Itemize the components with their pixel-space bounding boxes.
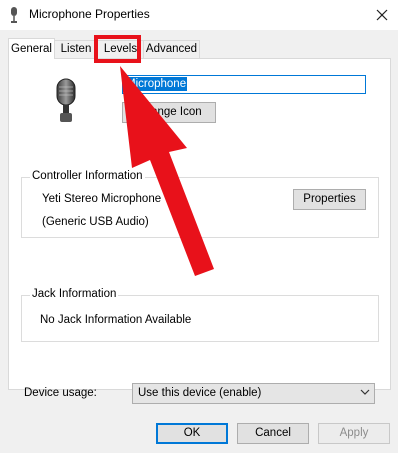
- window-title: Microphone Properties: [29, 7, 150, 21]
- jack-info-label: Jack Information: [30, 288, 119, 300]
- microphone-device-icon: [56, 78, 76, 122]
- cancel-button[interactable]: Cancel: [237, 423, 309, 444]
- close-button[interactable]: [366, 0, 398, 30]
- tab-levels[interactable]: Levels: [97, 40, 144, 58]
- ok-button[interactable]: OK: [156, 423, 228, 444]
- tab-general[interactable]: General: [8, 38, 55, 59]
- title-bar: Microphone Properties: [0, 0, 398, 30]
- jack-info-text: No Jack Information Available: [40, 314, 192, 326]
- dialog-client: General Listen Levels Advanced Microphon…: [0, 30, 398, 453]
- chevron-down-icon: [360, 389, 370, 395]
- microphone-icon: [11, 7, 17, 23]
- apply-button[interactable]: Apply: [318, 423, 390, 444]
- controller-name: Yeti Stereo Microphone: [42, 193, 162, 205]
- device-usage-label: Device usage:: [24, 387, 97, 399]
- device-usage-select[interactable]: Use this device (enable): [132, 383, 375, 404]
- controller-info-label: Controller Information: [30, 170, 145, 182]
- device-usage-value: Use this device (enable): [138, 387, 262, 399]
- change-icon-button[interactable]: Change Icon: [122, 102, 216, 123]
- controller-driver: (Generic USB Audio): [42, 216, 149, 228]
- tab-advanced[interactable]: Advanced: [143, 40, 200, 58]
- properties-button[interactable]: Properties: [293, 189, 366, 210]
- device-name-selection: Microphone: [125, 77, 188, 91]
- tab-listen[interactable]: Listen: [54, 40, 98, 58]
- close-icon: [376, 9, 388, 21]
- general-panel: Microphone Change Icon Controller Inform…: [8, 58, 391, 390]
